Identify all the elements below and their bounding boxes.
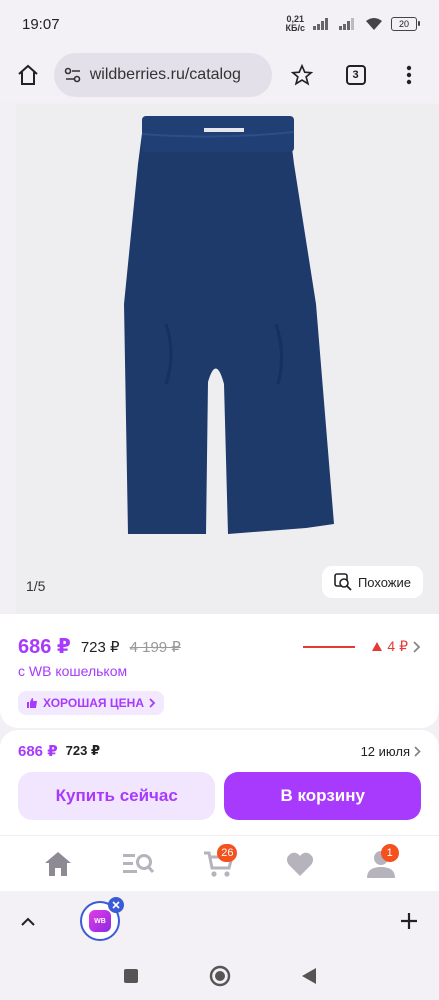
buy-regular-price: 723 ₽ xyxy=(65,743,100,758)
similar-search-icon xyxy=(334,573,352,591)
nav-home[interactable] xyxy=(38,844,78,884)
chevron-right-icon xyxy=(414,745,421,757)
plus-icon xyxy=(401,913,417,929)
chevron-right-icon xyxy=(413,640,421,653)
catalog-search-icon xyxy=(122,853,155,873)
status-time: 19:07 xyxy=(22,15,60,33)
delivery-date: 12 июля xyxy=(360,743,410,759)
price-row: 686 ₽ 723 ₽ 4 199 ₽ 4 ₽ xyxy=(18,634,421,659)
bottom-navigation: 26 1 xyxy=(0,835,439,891)
close-icon xyxy=(112,901,120,909)
nav-favorites[interactable] xyxy=(280,844,320,884)
status-icons: 0,21 КБ/с 20 xyxy=(286,15,420,33)
wallet-price: 686 ₽ xyxy=(18,636,71,658)
system-navigation-bar xyxy=(0,951,439,1000)
action-buttons: Купить сейчас В корзину xyxy=(18,772,421,820)
nav-cart[interactable]: 26 xyxy=(199,843,239,884)
buy-wallet-price: 686 ₽ xyxy=(18,743,58,760)
regular-price: 723 ₽ xyxy=(80,638,120,656)
chevron-right-icon xyxy=(149,698,156,708)
good-price-badge[interactable]: ХОРОШАЯ ЦЕНА xyxy=(18,691,164,715)
collapse-button[interactable] xyxy=(14,907,42,935)
heart-icon xyxy=(286,852,314,876)
buy-panel: 686 ₽ 723 ₽ 12 июля Купить сейчас В корз… xyxy=(0,730,439,835)
menu-button[interactable] xyxy=(389,55,429,95)
tab-count: 3 xyxy=(345,65,366,85)
more-vert-icon xyxy=(406,65,412,85)
nav-profile[interactable]: 1 xyxy=(361,843,401,884)
home-icon xyxy=(45,851,72,876)
browser-toolbar: wildberries.ru/catalog 3 xyxy=(0,48,439,102)
price-card: 686 ₽ 723 ₽ 4 199 ₽ 4 ₽ с WB кошельком Х… xyxy=(0,614,439,728)
buy-summary-row: 686 ₽ 723 ₽ 12 июля xyxy=(18,742,421,760)
network-speed-unit: КБ/с xyxy=(285,23,305,33)
product-gallery[interactable]: 1/5 Похожие xyxy=(16,104,439,614)
chevron-up-icon xyxy=(21,917,35,926)
home-icon xyxy=(18,64,38,85)
price-change-value: 4 ₽ xyxy=(387,638,408,654)
battery-icon: 20 xyxy=(391,17,420,31)
signal-icon xyxy=(313,18,331,30)
arrow-up-icon xyxy=(372,642,383,651)
wb-logo: WB xyxy=(89,910,111,932)
close-tab-button[interactable] xyxy=(108,897,124,913)
price-trend-line xyxy=(303,645,356,648)
delivery-date-button[interactable]: 12 июля xyxy=(361,744,421,759)
battery-level: 20 xyxy=(398,19,409,29)
nav-catalog[interactable] xyxy=(119,844,159,884)
add-to-cart-button[interactable]: В корзину xyxy=(224,772,421,820)
url-text: wildberries.ru/catalog xyxy=(89,66,241,83)
old-price: 4 199 ₽ xyxy=(129,638,181,656)
star-icon xyxy=(290,64,313,86)
network-speed: 0,21 КБ/с xyxy=(286,15,305,33)
good-price-label: ХОРОШАЯ ЦЕНА xyxy=(43,696,144,710)
back-button[interactable] xyxy=(301,967,317,985)
cart-badge: 26 xyxy=(217,843,238,862)
thumbs-up-icon xyxy=(27,698,37,708)
browser-tab-strip: WB xyxy=(0,891,439,951)
price-history-button[interactable]: 4 ₽ xyxy=(303,638,421,655)
site-settings-icon[interactable] xyxy=(64,66,82,84)
tabs-button[interactable]: 3 xyxy=(336,55,376,95)
home-button[interactable] xyxy=(10,57,46,93)
profile-badge: 1 xyxy=(380,843,399,862)
wallet-note: с WB кошельком xyxy=(18,663,128,679)
product-photo xyxy=(124,116,334,534)
buy-now-button[interactable]: Купить сейчас xyxy=(18,772,216,820)
wb-tab[interactable]: WB xyxy=(80,897,124,941)
new-tab-button[interactable] xyxy=(393,905,425,937)
recents-button[interactable] xyxy=(123,968,139,984)
home-circle-button[interactable] xyxy=(209,965,231,987)
bookmark-button[interactable] xyxy=(282,55,322,95)
address-bar[interactable]: wildberries.ru/catalog xyxy=(53,53,273,97)
similar-label: Похожие xyxy=(357,574,411,590)
wifi-icon xyxy=(366,18,382,30)
signal-icon-2 xyxy=(339,18,357,30)
image-counter: 1/5 xyxy=(26,578,46,594)
status-bar: 19:07 0,21 КБ/с 20 xyxy=(0,0,439,48)
similar-button[interactable]: Похожие xyxy=(321,566,423,598)
